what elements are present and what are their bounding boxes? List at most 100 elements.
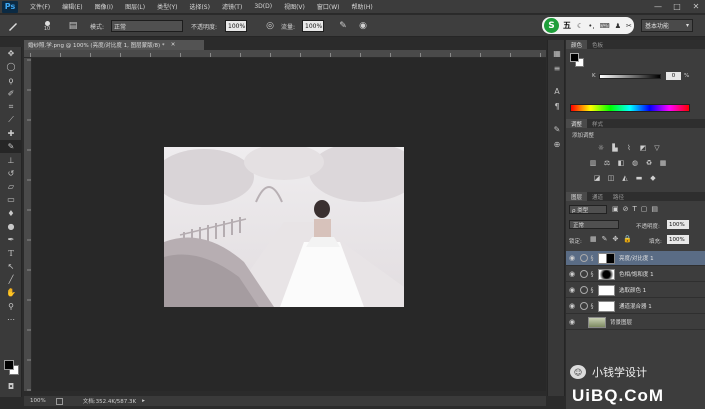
menu-view[interactable]: 视图(V) xyxy=(284,2,305,11)
character-panel-icon[interactable]: A xyxy=(548,84,566,99)
curves-icon[interactable]: ⌇ xyxy=(624,144,634,153)
ime-moon-icon[interactable]: ☾ xyxy=(577,22,583,30)
dodge-tool-icon[interactable]: ● xyxy=(0,220,22,233)
quick-mask-icon[interactable]: ◘ xyxy=(0,380,22,393)
minimize-button[interactable]: — xyxy=(653,2,663,12)
path-select-tool-icon[interactable]: ↖ xyxy=(0,260,22,273)
ime-user-icon[interactable]: ♟ xyxy=(615,22,621,30)
ime-mode[interactable]: 五 xyxy=(563,20,571,31)
lasso-tool-icon[interactable]: ϙ xyxy=(0,74,22,87)
layer-row[interactable]: ◉ § 选取颜色 1 xyxy=(566,283,705,298)
blend-mode-select[interactable]: 正常 xyxy=(569,220,619,229)
status-arrow-icon[interactable]: ▸ xyxy=(142,398,145,404)
menu-image[interactable]: 图像(I) xyxy=(95,2,113,11)
pressure-size-icon[interactable]: ◉ xyxy=(356,19,370,33)
fill-input[interactable]: 100% xyxy=(667,235,689,244)
layer-row[interactable]: ◉ 背景图层 xyxy=(566,315,705,330)
visibility-eye-icon[interactable]: ◉ xyxy=(566,302,578,310)
channel-mixer-icon[interactable]: ♻ xyxy=(644,159,654,168)
clone-source-icon[interactable]: ⊕ xyxy=(548,137,566,152)
move-tool-icon[interactable]: ✥ xyxy=(0,47,22,60)
lock-icons[interactable]: ▦✎✥🔒 xyxy=(590,235,637,243)
exposure-icon[interactable]: ◩ xyxy=(638,144,648,153)
clone-stamp-tool-icon[interactable]: ⊥ xyxy=(0,153,22,166)
airbrush-icon[interactable]: ✎ xyxy=(336,19,350,33)
layer-mask-thumbnail[interactable] xyxy=(598,268,615,280)
color-swatches[interactable] xyxy=(4,360,20,376)
close-button[interactable]: ✕ xyxy=(691,2,701,12)
zoom-tool-icon[interactable]: ⚲ xyxy=(0,300,22,313)
menu-help[interactable]: 帮助(H) xyxy=(352,2,373,11)
menu-filter[interactable]: 滤镜(T) xyxy=(222,2,242,11)
properties-panel-icon[interactable]: ≡ xyxy=(548,61,566,76)
k-slider[interactable] xyxy=(599,74,661,79)
tab-channels[interactable]: 通道 xyxy=(587,192,608,201)
ime-keyboard-icon[interactable]: ⌨ xyxy=(600,22,610,30)
history-panel-icon[interactable]: ▦ xyxy=(548,46,566,61)
layer-row[interactable]: ◉ § 色相/饱和度 1 xyxy=(566,267,705,282)
gradient-tool-icon[interactable]: ▭ xyxy=(0,193,22,206)
shape-tool-icon[interactable]: ╱ xyxy=(0,273,22,286)
eyedropper-tool-icon[interactable]: ⟋ xyxy=(0,113,22,126)
tab-adjustments[interactable]: 调整 xyxy=(566,119,588,128)
menu-select[interactable]: 选择(S) xyxy=(189,2,210,11)
layer-filter-select[interactable]: ρ 类型 xyxy=(569,205,607,214)
healing-brush-tool-icon[interactable]: ✚ xyxy=(0,127,22,140)
opacity-input[interactable]: 100% xyxy=(225,20,247,32)
layer-mask-thumbnail[interactable] xyxy=(598,284,615,296)
menu-edit[interactable]: 编辑(E) xyxy=(62,2,82,11)
levels-icon[interactable]: ▙ xyxy=(610,144,620,153)
brush-preset-picker[interactable]: 10 xyxy=(40,19,54,33)
menu-type[interactable]: 类型(Y) xyxy=(157,2,177,11)
color-picker-swatches[interactable] xyxy=(570,53,584,67)
menu-3d[interactable]: 3D(D) xyxy=(254,3,272,10)
layer-row[interactable]: ◉ § 通道混合器 1 xyxy=(566,299,705,314)
document-image[interactable] xyxy=(164,147,404,307)
layer-name[interactable]: 选取颜色 1 xyxy=(619,286,646,294)
tab-color[interactable]: 颜色 xyxy=(566,40,588,49)
invert-icon[interactable]: ◪ xyxy=(592,174,602,183)
layer-filter-icons[interactable]: ▣⊘T▢▤ xyxy=(612,205,662,213)
k-value-input[interactable]: 0 xyxy=(666,72,681,80)
maximize-button[interactable]: □ xyxy=(672,2,682,12)
selective-color-icon[interactable]: ◆ xyxy=(648,174,658,183)
tab-paths[interactable]: 路径 xyxy=(608,192,629,201)
blur-tool-icon[interactable]: ♦ xyxy=(0,207,22,220)
visibility-eye-icon[interactable]: ◉ xyxy=(566,318,578,326)
posterize-icon[interactable]: ◫ xyxy=(606,174,616,183)
document-tab[interactable]: 婚纱照.学.png @ 100% (亮度/对比度 1, 图层蒙版/8) * ✕ xyxy=(24,40,204,50)
brush-tool-icon[interactable]: ✎ xyxy=(0,140,22,154)
marquee-tool-icon[interactable]: ◯ xyxy=(0,60,22,73)
history-brush-tool-icon[interactable]: ↺ xyxy=(0,167,22,180)
type-tool-icon[interactable]: T xyxy=(0,246,22,259)
layer-name[interactable]: 色相/饱和度 1 xyxy=(619,270,654,278)
hue-saturation-icon[interactable]: ▥ xyxy=(588,159,598,168)
threshold-icon[interactable]: ◭ xyxy=(620,174,630,183)
crop-tool-icon[interactable]: ⌗ xyxy=(0,100,22,113)
quick-select-tool-icon[interactable]: ✐ xyxy=(0,87,22,100)
color-balance-icon[interactable]: ⚖ xyxy=(602,159,612,168)
edit-toolbar-icon[interactable]: ⋯ xyxy=(0,313,22,326)
close-tab-icon[interactable]: ✕ xyxy=(171,42,176,48)
brightness-icon[interactable]: ☼ xyxy=(596,144,606,153)
eraser-tool-icon[interactable]: ▱ xyxy=(0,180,22,193)
menu-layer[interactable]: 图层(L) xyxy=(125,2,145,11)
color-spectrum-bar[interactable] xyxy=(570,104,690,112)
vibrance-icon[interactable]: ▽ xyxy=(652,144,662,153)
layer-name[interactable]: 通道混合器 1 xyxy=(619,302,652,310)
visibility-eye-icon[interactable]: ◉ xyxy=(566,270,578,278)
brush-panel-icon[interactable]: ✎ xyxy=(548,122,566,137)
menu-file[interactable]: 文件(F) xyxy=(30,2,50,11)
foreground-color-swatch[interactable] xyxy=(4,360,14,370)
flow-input[interactable]: 100% xyxy=(302,20,324,32)
layer-name[interactable]: 亮度/对比度 1 xyxy=(619,254,654,262)
layer-mask-thumbnail[interactable] xyxy=(598,300,615,312)
visibility-eye-icon[interactable]: ◉ xyxy=(566,286,578,294)
layer-row[interactable]: ◉ § 亮度/对比度 1 xyxy=(566,251,705,266)
ime-dot-icon[interactable]: •, xyxy=(588,22,594,30)
panel-fg-swatch[interactable] xyxy=(570,53,579,62)
color-lookup-icon[interactable]: ▦ xyxy=(658,159,668,168)
layer-image-thumbnail[interactable] xyxy=(588,316,606,328)
tab-swatches[interactable]: 色板 xyxy=(587,40,608,49)
black-white-icon[interactable]: ◧ xyxy=(616,159,626,168)
